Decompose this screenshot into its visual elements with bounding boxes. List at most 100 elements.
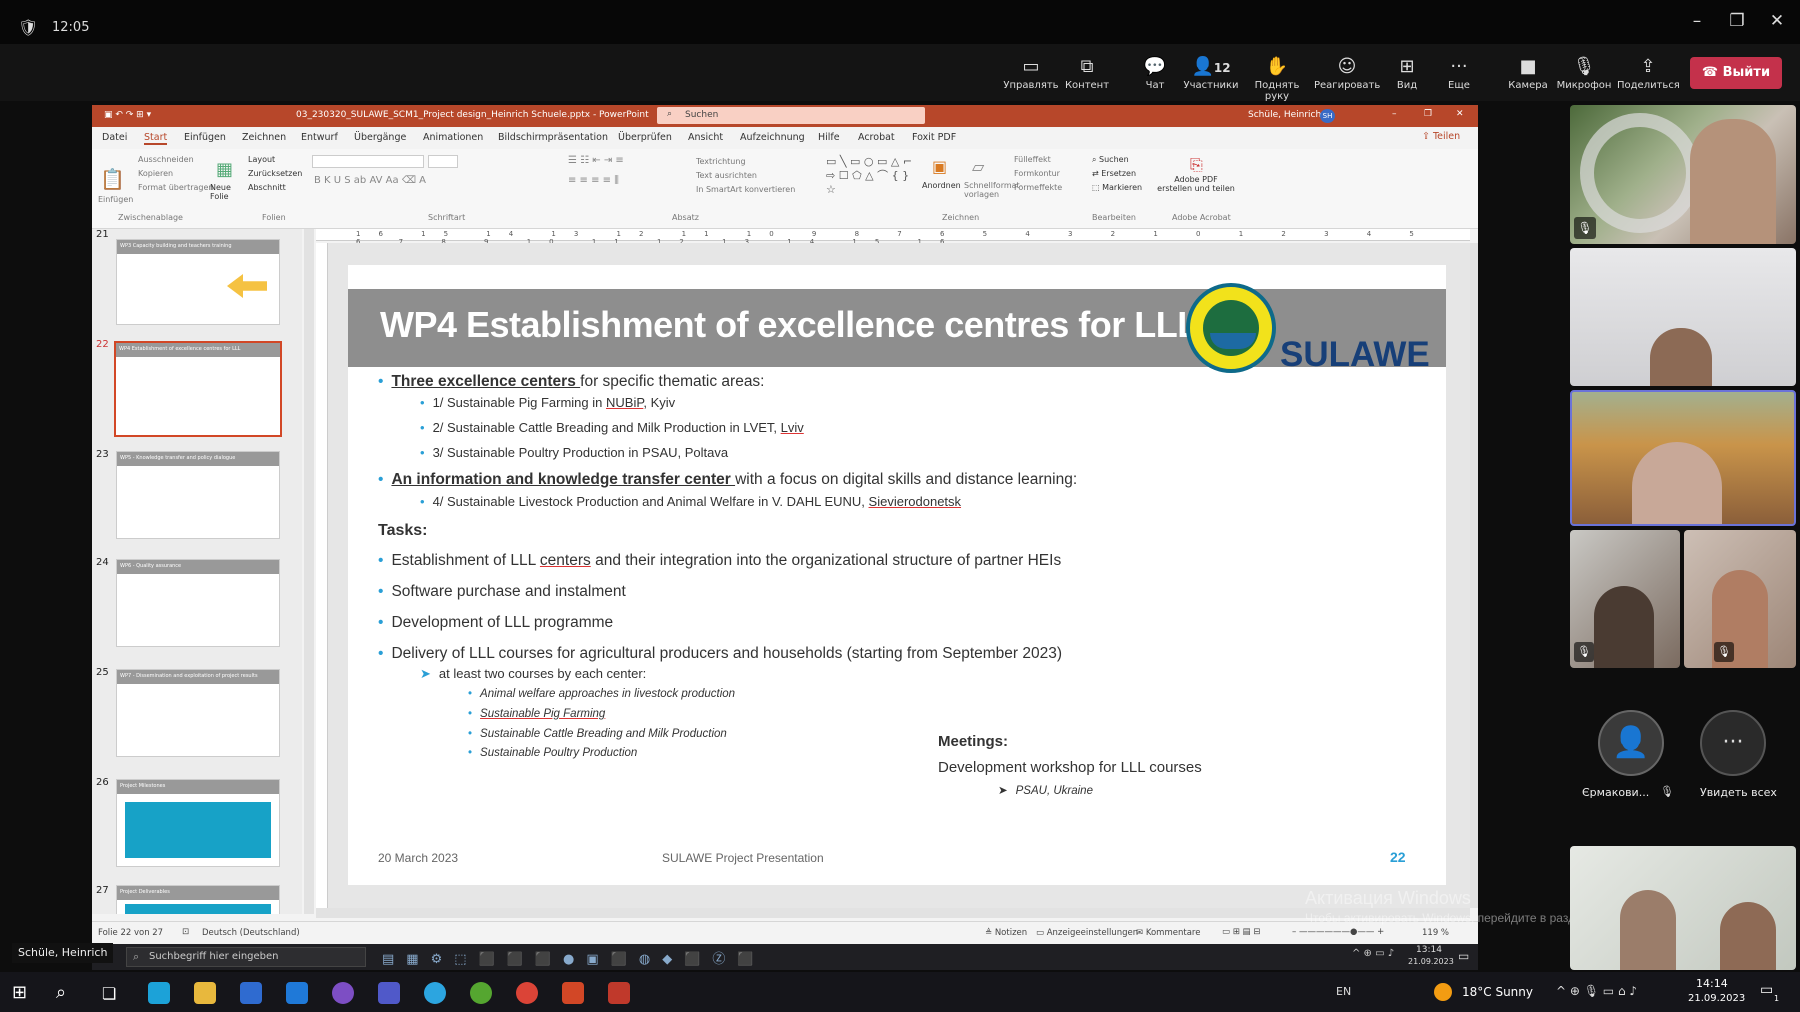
- tab-einfuegen[interactable]: Einfügen: [184, 132, 226, 143]
- participant-video-tile[interactable]: [1570, 846, 1796, 970]
- weather-text[interactable]: 18°C Sunny: [1462, 985, 1533, 999]
- adobe-pdf-icon[interactable]: ⎘: [1190, 155, 1203, 175]
- outline-button[interactable]: Formkontur: [1014, 169, 1060, 178]
- edge-icon[interactable]: [148, 982, 170, 1004]
- tab-ansicht[interactable]: Ansicht: [688, 132, 723, 143]
- person-avatar-icon[interactable]: 👤: [1598, 710, 1664, 776]
- participant-video-tile[interactable]: 🎙: [1684, 530, 1796, 668]
- tab-foxit[interactable]: Foxit PDF: [912, 132, 956, 143]
- tab-zeichnen[interactable]: Zeichnen: [242, 132, 286, 143]
- slide-thumbnail-22[interactable]: WP4 Establishment of excellence centres …: [114, 341, 282, 437]
- more-participants-icon[interactable]: ···: [1700, 710, 1766, 776]
- teams-icon[interactable]: [378, 982, 400, 1004]
- minimize-icon[interactable]: –: [1682, 8, 1712, 34]
- language-indicator[interactable]: Deutsch (Deutschland): [202, 928, 300, 938]
- thumbnail-scrollbar[interactable]: [304, 229, 314, 914]
- chat-button[interactable]: 💬 Чат: [1124, 56, 1186, 96]
- tray-icons[interactable]: ^ ⊕ 🎙 ▭ ⌂ ♪: [1556, 984, 1637, 998]
- effects-button[interactable]: Formeffekte: [1014, 183, 1062, 192]
- zoom-slider[interactable]: – ——————●—— +: [1292, 927, 1384, 937]
- participant-video-tile[interactable]: 🎙: [1570, 105, 1796, 244]
- remote-tray-icons[interactable]: ^ ⊕ ▭ ♪: [1352, 948, 1394, 959]
- tab-start[interactable]: Start: [144, 132, 168, 145]
- font-name-field[interactable]: [312, 155, 424, 168]
- paste-icon[interactable]: 📋: [100, 167, 125, 191]
- task-view-icon[interactable]: ❏: [102, 984, 116, 1003]
- copy-button[interactable]: Kopieren: [138, 169, 173, 178]
- slide-thumbnail-27[interactable]: Project Deliverables: [116, 885, 280, 914]
- notes-button[interactable]: ≜ Notizen: [985, 928, 1027, 938]
- reset-button[interactable]: Zurücksetzen: [248, 169, 302, 178]
- share-button[interactable]: ⇪ Поделиться: [1617, 56, 1680, 96]
- tab-praesentation[interactable]: Bildschirmpräsentation: [498, 132, 608, 143]
- camera-button[interactable]: ■ Камера: [1497, 56, 1559, 96]
- quick-styles-icon[interactable]: ▱: [972, 157, 984, 176]
- content-button[interactable]: ⧉ Контент: [1056, 56, 1118, 96]
- slide-thumbnail-24[interactable]: WP6 - Quality assurance: [116, 559, 280, 647]
- shapes-gallery[interactable]: ▭ ╲ ▭ ○ ▭ △ ⌐ ⇨ ☐ ⬠ △ ⌒ { } ☆: [826, 155, 916, 197]
- replace-button[interactable]: ⇄ Ersetzen: [1092, 169, 1136, 178]
- remote-app-icons[interactable]: ▤▦⚙⬚⬛⬛⬛●▣⬛◍◆⬛Ⓩ⬛: [382, 948, 766, 967]
- participant-video-tile[interactable]: [1570, 390, 1796, 526]
- telegram-icon[interactable]: [424, 982, 446, 1004]
- windows-start-icon[interactable]: ⊞: [12, 982, 27, 1003]
- share-ppt-button[interactable]: ⇪ Teilen: [1422, 131, 1460, 142]
- slide-horizontal-scrollbar[interactable]: [316, 908, 1470, 918]
- tab-entwurf[interactable]: Entwurf: [301, 132, 338, 143]
- tab-acrobat[interactable]: Acrobat: [858, 132, 895, 143]
- fill-button[interactable]: Fülleffekt: [1014, 155, 1051, 164]
- ppt-search-box[interactable]: ⌕ Suchen: [657, 107, 925, 124]
- align-icons[interactable]: ≡ ≡ ≡ ≡ ⫼: [568, 175, 619, 186]
- tab-datei[interactable]: Datei: [102, 132, 127, 143]
- explorer-icon[interactable]: [194, 982, 216, 1004]
- raise-hand-button[interactable]: ✋ Поднять руку: [1244, 56, 1310, 102]
- store-icon[interactable]: [240, 982, 262, 1004]
- chrome-icon[interactable]: [516, 982, 538, 1004]
- participant-video-tile[interactable]: 🎙: [1570, 530, 1680, 668]
- layout-button[interactable]: Layout: [248, 155, 275, 164]
- viber-icon[interactable]: [332, 982, 354, 1004]
- slide-thumbnail-21[interactable]: WP3 Capacity building and teachers train…: [116, 239, 280, 325]
- tab-hilfe[interactable]: Hilfe: [818, 132, 840, 143]
- font-format-icons[interactable]: B K U S ab AV Aa ⌫ A: [314, 175, 426, 186]
- tab-uebergaenge[interactable]: Übergänge: [354, 132, 406, 143]
- restore-icon[interactable]: ❐: [1722, 8, 1752, 34]
- view-mode-icons[interactable]: ▭ ⊞ ▤ ⊟: [1222, 927, 1260, 937]
- manage-button[interactable]: ▭ Управлять: [1000, 56, 1062, 96]
- language-indicator[interactable]: EN: [1336, 985, 1351, 998]
- participants-button[interactable]: 👤12 Участники: [1180, 56, 1242, 96]
- slide-thumbnail-26[interactable]: Project Milestones: [116, 779, 280, 867]
- section-button[interactable]: Abschnitt: [248, 183, 286, 192]
- select-button[interactable]: ⬚ Markieren: [1092, 183, 1142, 192]
- accessibility-icon[interactable]: ⊡: [182, 927, 189, 937]
- close-icon[interactable]: ✕: [1762, 8, 1792, 34]
- remote-notification-icon[interactable]: ▭: [1458, 949, 1469, 963]
- mail-icon[interactable]: [286, 982, 308, 1004]
- tab-animationen[interactable]: Animationen: [423, 132, 483, 143]
- smartart-button[interactable]: In SmartArt konvertieren: [696, 185, 795, 194]
- leave-button[interactable]: ☎ Выйти: [1690, 57, 1782, 89]
- format-painter-button[interactable]: Format übertragen: [138, 183, 214, 192]
- ppt-close-icon[interactable]: ✕: [1456, 109, 1464, 119]
- see-all-label[interactable]: Увидеть всех: [1700, 786, 1777, 799]
- text-direction-button[interactable]: Textrichtung: [696, 157, 746, 166]
- display-settings-button[interactable]: ▭ Anzeigeeinstellungen: [1036, 928, 1138, 938]
- participant-video-tile[interactable]: [1570, 248, 1796, 386]
- slide-thumbnail-25[interactable]: WP7 - Dissemination and exploitation of …: [116, 669, 280, 757]
- save-icon[interactable]: ▣ ↶ ↷ ⊞ ▾: [104, 110, 151, 120]
- arrange-icon[interactable]: ▣: [932, 157, 947, 176]
- app-red-icon[interactable]: [608, 982, 630, 1004]
- app-green-icon[interactable]: [470, 982, 492, 1004]
- align-text-button[interactable]: Text ausrichten: [696, 171, 757, 180]
- comments-button[interactable]: ✉ Kommentare: [1136, 928, 1200, 938]
- search-icon[interactable]: ⌕: [56, 982, 66, 1003]
- tab-ueberpruefen[interactable]: Überprüfen: [618, 132, 672, 143]
- notification-icon[interactable]: ▭: [1760, 982, 1773, 998]
- mic-button[interactable]: 🎙 Микрофон: [1553, 56, 1615, 96]
- new-slide-icon[interactable]: ▦: [216, 159, 233, 180]
- react-button[interactable]: ☺ Реагировать: [1314, 56, 1380, 96]
- powerpoint-icon[interactable]: [562, 982, 584, 1004]
- ppt-restore-icon[interactable]: ❐: [1424, 109, 1432, 119]
- font-size-field[interactable]: [428, 155, 458, 168]
- cut-button[interactable]: Ausschneiden: [138, 155, 194, 164]
